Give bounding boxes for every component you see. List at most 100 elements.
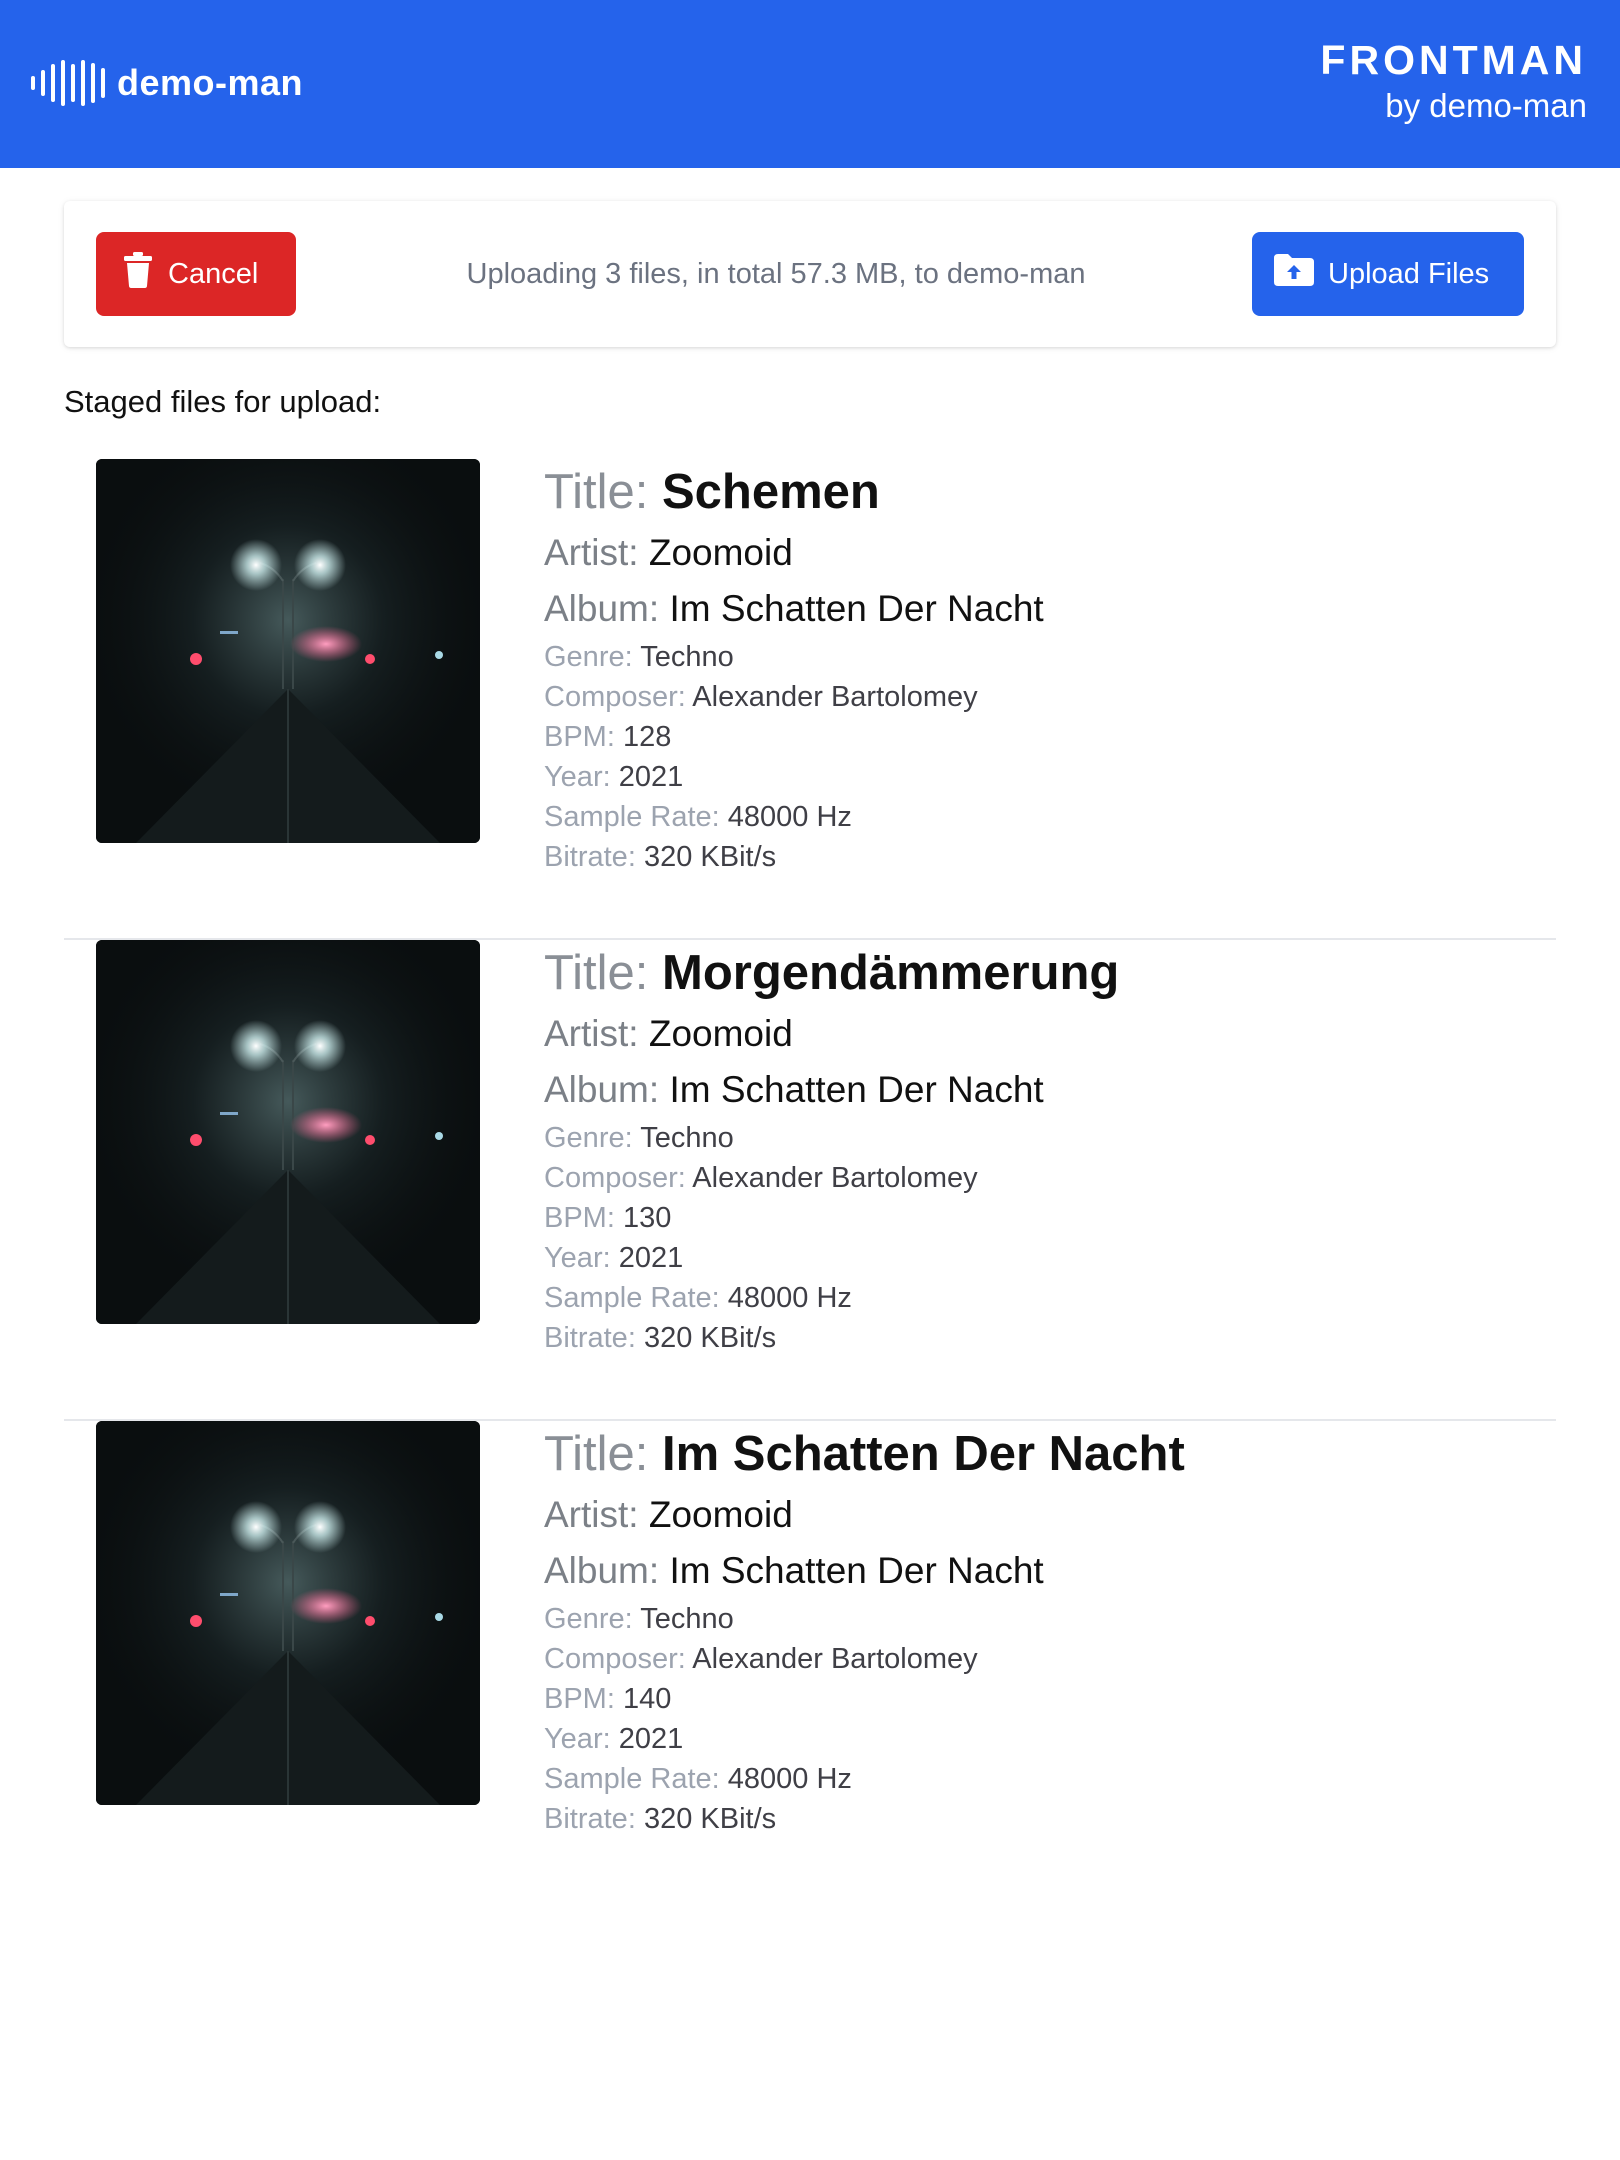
track-artist: Zoomoid: [648, 1013, 793, 1054]
track-composer-row: Composer: Alexander Bartolomey: [544, 1639, 1185, 1679]
year-label: Year:: [544, 1723, 611, 1755]
brand-name: demo-man: [117, 62, 304, 103]
composer-label: Composer:: [544, 681, 686, 713]
album-cover-image: [96, 940, 480, 1324]
track-year: 2021: [618, 761, 684, 793]
upload-action-bar: Cancel Uploading 3 files, in total 57.3 …: [64, 201, 1556, 347]
composer-label: Composer:: [544, 1643, 686, 1675]
bpm-label: BPM:: [544, 721, 615, 753]
trash-icon: [124, 252, 152, 296]
bpm-label: BPM:: [544, 1202, 615, 1234]
track-bpm: 140: [622, 1683, 672, 1715]
app-header: demo-man FRONTMAN by demo-man: [0, 0, 1620, 168]
artist-label: Artist:: [544, 532, 639, 573]
track-genre: Techno: [640, 1122, 734, 1154]
staged-files-heading: Staged files for upload:: [64, 384, 382, 419]
brand-logo[interactable]: demo-man: [31, 58, 303, 108]
track-album-row: Album: Im Schatten Der Nacht: [544, 581, 1044, 637]
title-label: Title:: [544, 1427, 649, 1481]
track-sample-rate-row: Sample Rate: 48000 Hz: [544, 1278, 1119, 1318]
bitrate-label: Bitrate:: [544, 841, 636, 873]
product-heading: FRONTMAN by demo-man: [1320, 36, 1587, 128]
track-genre: Techno: [640, 641, 734, 673]
title-label: Title:: [544, 946, 649, 1000]
artist-label: Artist:: [544, 1494, 639, 1535]
staged-track: Title: Im Schatten Der Nacht Artist: Zoo…: [64, 1421, 1556, 1902]
track-genre-row: Genre: Techno: [544, 1118, 1119, 1158]
composer-label: Composer:: [544, 1162, 686, 1194]
year-label: Year:: [544, 1242, 611, 1274]
waveform-icon: [31, 58, 105, 108]
track-bitrate-row: Bitrate: 320 KBit/s: [544, 1318, 1119, 1358]
bitrate-label: Bitrate:: [544, 1803, 636, 1835]
track-year-row: Year: 2021: [544, 757, 1044, 797]
track-metadata: Title: Morgendämmerung Artist: Zoomoid A…: [544, 940, 1119, 1358]
sample-rate-label: Sample Rate:: [544, 801, 720, 833]
track-artist-row: Artist: Zoomoid: [544, 525, 1044, 581]
track-metadata: Title: Im Schatten Der Nacht Artist: Zoo…: [544, 1421, 1185, 1839]
track-album-row: Album: Im Schatten Der Nacht: [544, 1062, 1119, 1118]
track-bitrate: 320 KBit/s: [643, 841, 777, 873]
upload-files-button[interactable]: Upload Files: [1252, 232, 1524, 316]
track-bitrate-row: Bitrate: 320 KBit/s: [544, 1799, 1185, 1839]
track-composer: Alexander Bartolomey: [692, 1643, 978, 1675]
album-cover-image: [96, 459, 480, 843]
track-album: Im Schatten Der Nacht: [669, 588, 1044, 629]
track-composer-row: Composer: Alexander Bartolomey: [544, 1158, 1119, 1198]
genre-label: Genre:: [544, 1122, 633, 1154]
bitrate-label: Bitrate:: [544, 1322, 636, 1354]
track-bpm-row: BPM: 130: [544, 1198, 1119, 1238]
track-title: Schemen: [662, 465, 880, 519]
album-label: Album:: [544, 1550, 660, 1591]
track-bitrate: 320 KBit/s: [643, 1803, 777, 1835]
genre-label: Genre:: [544, 1603, 633, 1635]
track-bpm-row: BPM: 128: [544, 717, 1044, 757]
genre-label: Genre:: [544, 641, 633, 673]
track-title-row: Title: Schemen: [544, 459, 1044, 525]
track-artist-row: Artist: Zoomoid: [544, 1487, 1185, 1543]
track-artist: Zoomoid: [648, 532, 793, 573]
track-sample-rate: 48000 Hz: [727, 1763, 852, 1795]
album-cover-image: [96, 1421, 480, 1805]
cancel-button[interactable]: Cancel: [96, 232, 296, 316]
track-sample-rate-row: Sample Rate: 48000 Hz: [544, 1759, 1185, 1799]
track-bpm: 128: [622, 721, 672, 753]
track-year: 2021: [618, 1242, 684, 1274]
folder-upload-icon: [1274, 254, 1314, 294]
track-year-row: Year: 2021: [544, 1238, 1119, 1278]
track-album: Im Schatten Der Nacht: [669, 1069, 1044, 1110]
track-genre: Techno: [640, 1603, 734, 1635]
track-title: Im Schatten Der Nacht: [662, 1427, 1185, 1481]
track-genre-row: Genre: Techno: [544, 637, 1044, 677]
track-album: Im Schatten Der Nacht: [669, 1550, 1044, 1591]
year-label: Year:: [544, 761, 611, 793]
track-bpm: 130: [622, 1202, 672, 1234]
cancel-button-label: Cancel: [168, 257, 259, 290]
staged-track: Title: Schemen Artist: Zoomoid Album: Im…: [64, 459, 1556, 940]
track-artist: Zoomoid: [648, 1494, 793, 1535]
track-artist-row: Artist: Zoomoid: [544, 1006, 1119, 1062]
artist-label: Artist:: [544, 1013, 639, 1054]
product-name: FRONTMAN: [1320, 37, 1587, 83]
upload-files-button-label: Upload Files: [1328, 257, 1490, 290]
upload-summary-text: Uploading 3 files, in total 57.3 MB, to …: [466, 257, 1086, 290]
staged-track: Title: Morgendämmerung Artist: Zoomoid A…: [64, 940, 1556, 1421]
product-byline: by demo-man: [1385, 87, 1587, 124]
sample-rate-label: Sample Rate:: [544, 1282, 720, 1314]
album-label: Album:: [544, 588, 660, 629]
track-sample-rate: 48000 Hz: [727, 1282, 852, 1314]
track-album-row: Album: Im Schatten Der Nacht: [544, 1543, 1185, 1599]
track-bitrate-row: Bitrate: 320 KBit/s: [544, 837, 1044, 877]
title-label: Title:: [544, 465, 649, 519]
track-metadata: Title: Schemen Artist: Zoomoid Album: Im…: [544, 459, 1044, 877]
track-composer: Alexander Bartolomey: [692, 681, 978, 713]
track-bpm-row: BPM: 140: [544, 1679, 1185, 1719]
track-title-row: Title: Im Schatten Der Nacht: [544, 1421, 1185, 1487]
track-title: Morgendämmerung: [662, 946, 1120, 1000]
track-title-row: Title: Morgendämmerung: [544, 940, 1119, 1006]
sample-rate-label: Sample Rate:: [544, 1763, 720, 1795]
track-genre-row: Genre: Techno: [544, 1599, 1185, 1639]
track-year-row: Year: 2021: [544, 1719, 1185, 1759]
track-year: 2021: [618, 1723, 684, 1755]
track-composer: Alexander Bartolomey: [692, 1162, 978, 1194]
